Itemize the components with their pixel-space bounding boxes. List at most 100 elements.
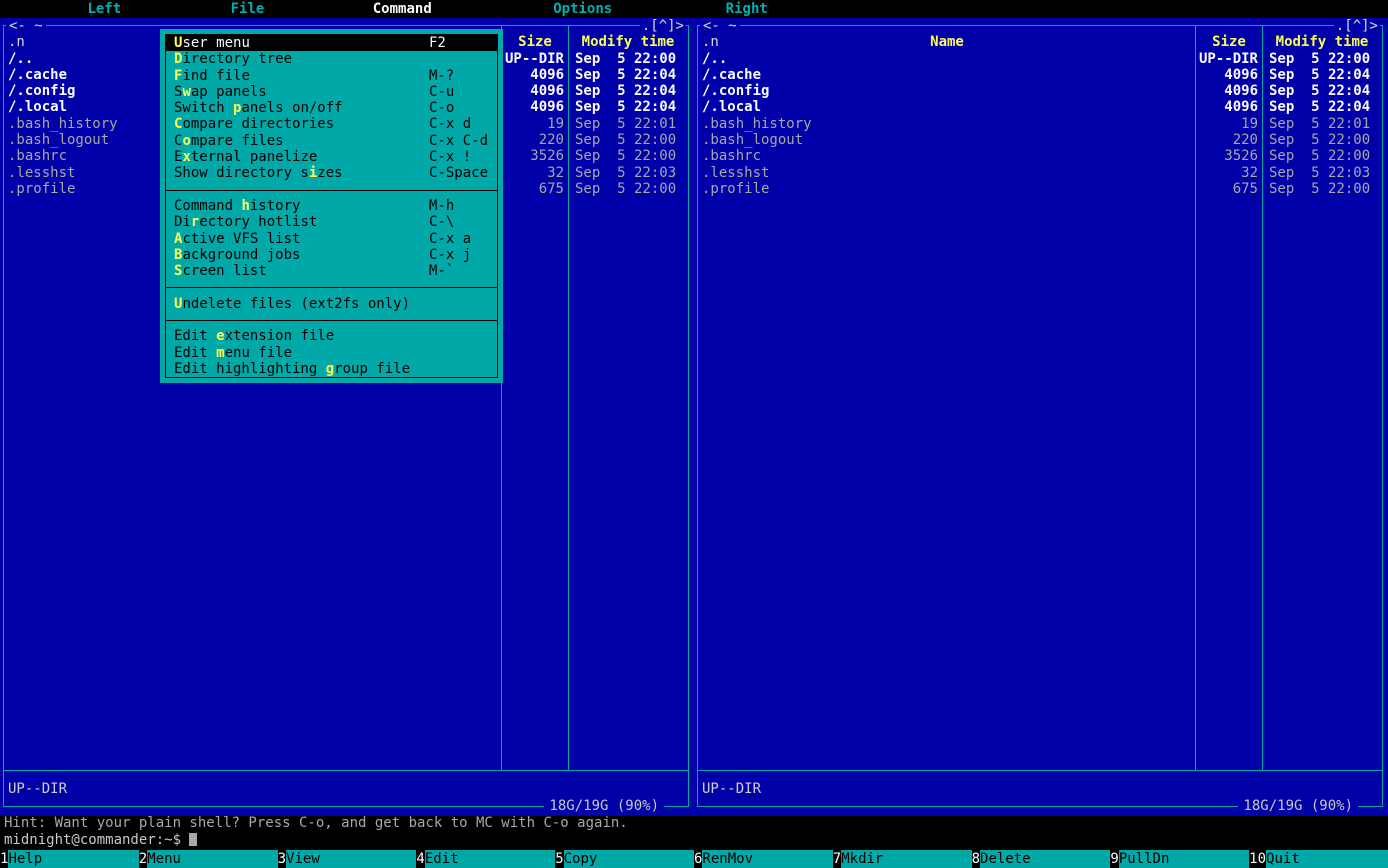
panel-path[interactable]: <- ~	[700, 18, 740, 34]
menu-item-shortcut: C-x j	[429, 247, 493, 263]
sort-indicator: .n	[702, 34, 719, 50]
file-size: 4096	[502, 99, 568, 115]
fkey-button[interactable]: 9 PullDn	[1110, 850, 1249, 868]
menu-item-shortcut: C-x !	[429, 149, 493, 165]
menu-item-hotkey: w	[182, 84, 190, 100]
file-size: 4096	[1196, 99, 1262, 115]
name-column-header[interactable]: Name	[698, 34, 1196, 50]
file-size: 4096	[1196, 83, 1262, 99]
fkey-button[interactable]: 7 Mkdir	[833, 850, 972, 868]
panel-corner-buttons[interactable]: .[^]>	[1334, 18, 1380, 34]
fkey-button[interactable]: 5 Copy	[555, 850, 694, 868]
file-row[interactable]: .profile 675 Sep 5 22:00	[698, 181, 1382, 197]
hint-line: Hint: Want your plain shell? Press C-o, …	[4, 815, 628, 832]
right-panel: <- ~ .[^]> .n Name Size Modify time /.. …	[694, 18, 1388, 816]
menubar-item-label: Right	[726, 1, 768, 17]
menu-item-shortcut	[429, 51, 493, 67]
file-mtime: Sep 5 22:00	[1262, 148, 1382, 164]
menu-item[interactable]: External panelize C-x !	[166, 149, 497, 165]
menu-item[interactable]: Screen list M-`	[166, 263, 497, 279]
file-name: /.local	[698, 99, 1196, 115]
menu-item-label: Edit highlighting group file	[174, 361, 429, 377]
menubar-item-label: Left	[87, 1, 121, 17]
file-name: .bash_logout	[698, 132, 1196, 148]
fkey-button[interactable]: 10 Quit	[1249, 850, 1388, 868]
fkey-number: 2	[139, 850, 147, 868]
file-mtime: Sep 5 22:00	[568, 132, 688, 148]
menu-item[interactable]: Show directory sizes C-Space	[166, 165, 497, 181]
mc-screen: Left File Command Options Right <- ~ .[^…	[0, 0, 1388, 868]
menu-item-label: Swap panels	[174, 84, 429, 100]
menu-item-shortcut: M-`	[429, 263, 493, 279]
size-column-header[interactable]: Size	[502, 34, 568, 50]
file-mtime: Sep 5 22:00	[1262, 132, 1382, 148]
fkey-button[interactable]: 3 View	[278, 850, 417, 868]
menu-item[interactable]: Directory tree	[166, 51, 497, 67]
mtime-column-header[interactable]: Modify time	[568, 34, 688, 50]
menubar-item-label: File	[231, 1, 265, 17]
menu-item[interactable]: Undelete files (ext2fs only)	[166, 296, 497, 312]
menu-item-label: Active VFS list	[174, 231, 429, 247]
file-row[interactable]: .bashrc 3526 Sep 5 22:00	[698, 148, 1382, 164]
panel-corner-buttons[interactable]: .[^]>	[640, 18, 686, 34]
menu-item-shortcut	[429, 345, 493, 361]
file-row[interactable]: .bash_logout 220 Sep 5 22:00	[698, 132, 1382, 148]
menu-item[interactable]: Directory hotlist C-\	[166, 214, 497, 230]
menu-item[interactable]: Edit highlighting group file	[166, 361, 497, 377]
menu-item-shortcut: C-x d	[429, 116, 493, 132]
shell-prompt[interactable]: midnight@commander:~$	[4, 832, 197, 849]
file-row[interactable]: /.config 4096 Sep 5 22:04	[698, 83, 1382, 99]
menu-item[interactable]: Background jobs C-x j	[166, 247, 497, 263]
file-list: /.. UP--DIR Sep 5 22:00 /.cache 4096 Sep…	[698, 51, 1382, 198]
fkey-button[interactable]: 6 RenMov	[694, 850, 833, 868]
fkey-number: 1	[0, 850, 8, 868]
panel-path[interactable]: <- ~	[6, 18, 46, 34]
menu-item-hotkey: x	[182, 149, 190, 165]
menu-item-hotkey: g	[326, 361, 334, 377]
menu-item-label: External panelize	[174, 149, 429, 165]
file-size: 220	[502, 132, 568, 148]
menu-item[interactable]: Compare files C-x C-d	[166, 133, 497, 149]
menu-item[interactable]: Command history M-h	[166, 198, 497, 214]
size-column-header[interactable]: Size	[1196, 34, 1262, 50]
menu-item[interactable]: Edit extension file	[166, 328, 497, 344]
menu-item[interactable]: Find file M-?	[166, 68, 497, 84]
file-mtime: Sep 5 22:00	[568, 51, 688, 67]
fkey-label: Quit	[1266, 850, 1388, 868]
fkey-number: 8	[972, 850, 980, 868]
menu-item[interactable]: Edit menu file	[166, 345, 497, 361]
fkey-label: Menu	[147, 850, 277, 868]
menubar-item-label: Options	[553, 1, 612, 17]
fkey-button[interactable]: 2 Menu	[139, 850, 278, 868]
file-row[interactable]: .lesshst 32 Sep 5 22:03	[698, 165, 1382, 181]
file-row[interactable]: /.local 4096 Sep 5 22:04	[698, 99, 1382, 115]
menu-item[interactable]: Swap panels C-u	[166, 84, 497, 100]
file-row[interactable]: /.cache 4096 Sep 5 22:04	[698, 67, 1382, 83]
menu-item[interactable]: User menu F2	[166, 35, 497, 51]
menu-item-label: Command history	[174, 198, 429, 214]
disk-usage: 18G/19G (90%)	[544, 798, 664, 814]
menu-item[interactable]: Compare directories C-x d	[166, 116, 497, 132]
fkey-label: View	[286, 850, 416, 868]
fkey-label: Help	[8, 850, 138, 868]
menu-item-shortcut: M-h	[429, 198, 493, 214]
menu-item-label: Find file	[174, 68, 429, 84]
file-row[interactable]: /.. UP--DIR Sep 5 22:00	[698, 51, 1382, 67]
prompt-text: midnight@commander:~$	[4, 832, 181, 848]
fkey-button[interactable]: 4 Edit	[416, 850, 555, 868]
file-mtime: Sep 5 22:04	[568, 99, 688, 115]
menu-item-shortcut: M-?	[429, 68, 493, 84]
file-name: .profile	[698, 181, 1196, 197]
menu-item[interactable]: Switch panels on/off C-o	[166, 100, 497, 116]
fkey-button[interactable]: 8 Delete	[972, 850, 1111, 868]
menu-item-label: Edit menu file	[174, 345, 429, 361]
file-name: .bash_history	[698, 116, 1196, 132]
fkey-button[interactable]: 1 Help	[0, 850, 139, 868]
fkey-label: Copy	[564, 850, 694, 868]
file-row[interactable]: .bash_history 19 Sep 5 22:01	[698, 116, 1382, 132]
menu-item[interactable]: Active VFS list C-x a	[166, 231, 497, 247]
mtime-column-header[interactable]: Modify time	[1262, 34, 1382, 50]
fkey-label: Delete	[980, 850, 1110, 868]
function-key-bar: 1 Help 2 Menu 3 View 4 Edit 5 Copy 6 Ren…	[0, 850, 1388, 868]
file-size: 19	[502, 116, 568, 132]
